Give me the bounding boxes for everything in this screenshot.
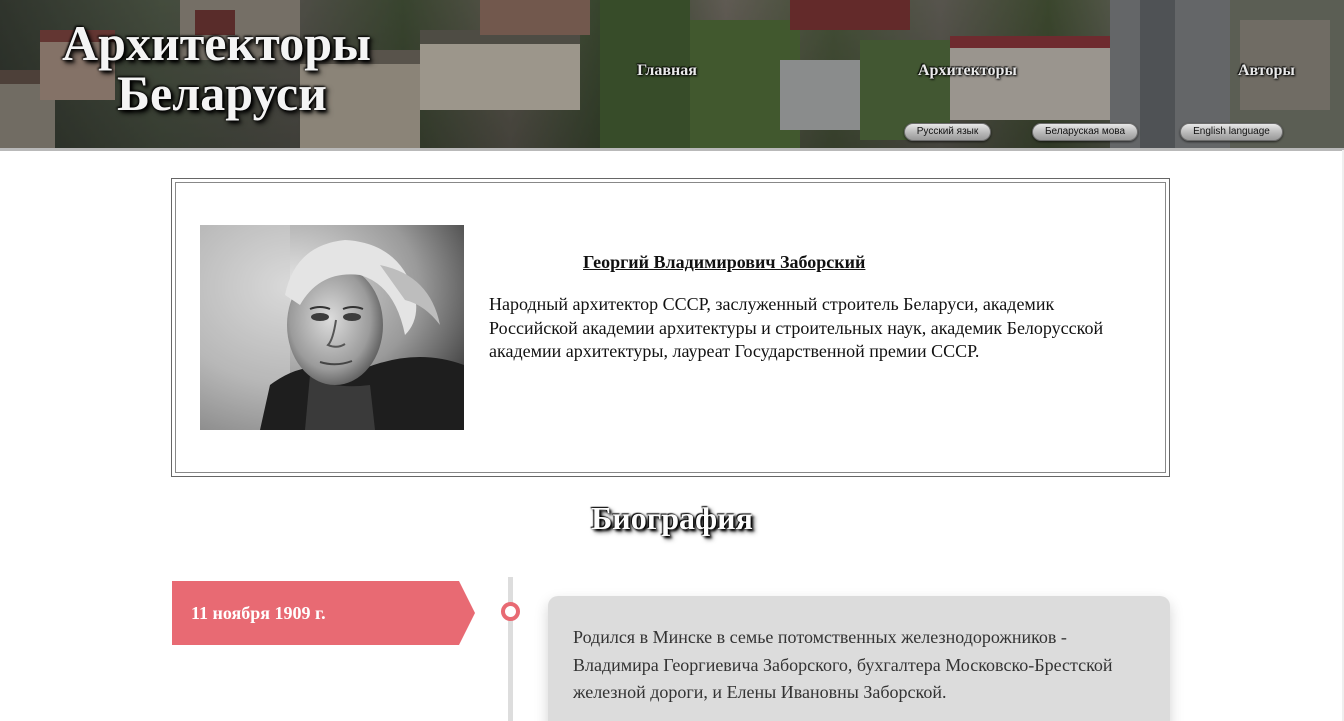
language-button-belarusian[interactable]: Беларуская мова bbox=[1032, 123, 1138, 141]
timeline-marker-icon bbox=[501, 602, 520, 621]
site-logo[interactable]: Архитекторы Беларуси bbox=[62, 18, 422, 118]
architect-portrait-photo bbox=[200, 225, 464, 430]
portrait-illustration bbox=[200, 225, 464, 430]
header-banner: Архитекторы Беларуси Главная Архитекторы… bbox=[0, 0, 1344, 150]
header-divider bbox=[0, 148, 1344, 151]
nav-link-home[interactable]: Главная bbox=[637, 62, 697, 80]
nav-link-architects[interactable]: Архитекторы bbox=[918, 62, 1017, 80]
timeline-date: 11 ноября 1909 г. bbox=[191, 603, 326, 623]
logo-line-1: Архитекторы bbox=[62, 15, 372, 71]
timeline-line bbox=[508, 577, 513, 721]
architect-description: Народный архитектор СССР, заслуженный ст… bbox=[489, 294, 1104, 361]
timeline-event-text: Родился в Минске в семье потомственных ж… bbox=[573, 627, 1113, 702]
biography-heading: Биография bbox=[591, 500, 753, 536]
language-button-russian[interactable]: Русский язык bbox=[904, 123, 991, 141]
language-button-english[interactable]: English language bbox=[1180, 123, 1283, 141]
nav-link-authors[interactable]: Авторы bbox=[1238, 62, 1295, 80]
architect-name-link[interactable]: Георгий Владимирович Заборский bbox=[583, 252, 865, 273]
logo-line-2: Беларуси bbox=[117, 65, 327, 121]
